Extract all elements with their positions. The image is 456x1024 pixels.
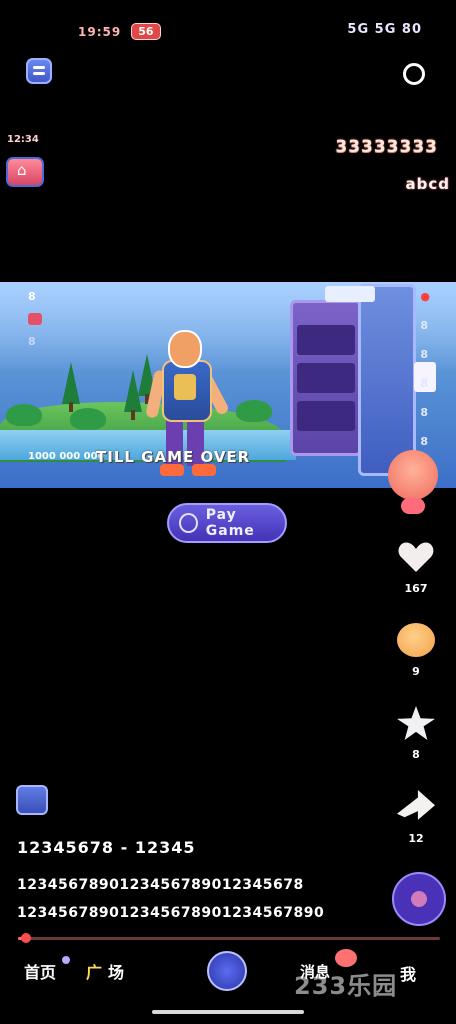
tab-plaza[interactable]: 广	[86, 959, 102, 983]
watermark: 233乐园	[294, 972, 398, 1000]
left-counter: 12:34	[7, 134, 39, 145]
gamepad-icon	[179, 513, 198, 533]
message-badge	[335, 949, 357, 967]
hud-value: 8	[28, 335, 36, 348]
hud-value: 8	[420, 348, 429, 361]
home-indicator	[152, 1010, 304, 1014]
avatar	[388, 450, 438, 500]
favorite-button[interactable]: 8	[394, 706, 438, 761]
create-icon[interactable]	[207, 951, 247, 991]
post-description: 123456789012345678901234567890	[17, 905, 325, 921]
overlay-subtitle: abcd	[405, 175, 450, 193]
music-disc-icon[interactable]	[392, 872, 446, 926]
follow-plus-icon[interactable]	[401, 498, 425, 514]
tab-plaza-label[interactable]: 场	[108, 959, 124, 983]
progress-knob[interactable]	[21, 933, 31, 943]
share-button[interactable]: 12	[394, 790, 438, 845]
shelf	[290, 300, 362, 456]
author-name[interactable]: 12345678 - 12345	[17, 838, 196, 857]
comment-button[interactable]: 9	[394, 623, 438, 678]
status-recording-pill: 56	[131, 23, 161, 40]
hud-value: 8	[28, 290, 36, 303]
hud-badge	[28, 313, 42, 325]
comment-icon	[397, 623, 435, 657]
tree	[62, 362, 80, 412]
bush	[6, 404, 42, 426]
comment-count: 9	[412, 665, 420, 678]
hud-value: 8	[420, 406, 429, 419]
post-description: 1234567890123456789012345678	[17, 877, 304, 893]
hud-value: 8	[420, 377, 429, 390]
scene-title: TILL GAME OVER	[96, 448, 251, 466]
status-indicators: 5G 5G 80	[347, 22, 422, 37]
author-avatar[interactable]	[388, 450, 438, 520]
star-icon	[397, 706, 435, 740]
bush	[236, 400, 272, 422]
play-game-label: Pay Game	[205, 507, 255, 539]
share-icon	[397, 790, 435, 820]
hud-value: 8	[420, 319, 429, 332]
cabinet-sign	[325, 286, 375, 302]
bush	[70, 408, 106, 430]
favorite-count: 8	[412, 748, 420, 761]
game-tag-icon[interactable]	[16, 785, 48, 815]
heart-icon	[397, 540, 435, 574]
home-dot	[62, 956, 70, 964]
overlay-title: 33333333	[335, 137, 438, 157]
right-hud: ● 8 8 8 8 8	[420, 290, 430, 448]
menu-icon[interactable]	[26, 58, 52, 84]
progress-track[interactable]	[18, 937, 440, 940]
tab-me[interactable]: 我	[400, 961, 416, 985]
left-hud: 8 8	[28, 290, 42, 348]
scene-caption: 1000 000 000	[28, 451, 105, 462]
record-icon[interactable]	[403, 63, 425, 85]
status-bar-left: 19:59 56	[78, 23, 161, 40]
tab-home[interactable]: 首页	[24, 959, 56, 983]
status-time: 19:59	[78, 24, 122, 39]
cabinet	[358, 284, 416, 476]
hud-dot: ●	[420, 290, 430, 303]
hud-value: 8	[420, 435, 429, 448]
like-count: 167	[404, 582, 428, 595]
play-game-button[interactable]: Pay Game	[167, 503, 287, 543]
share-count: 12	[408, 832, 424, 845]
home-card-icon[interactable]	[6, 157, 44, 187]
like-button[interactable]: 167	[394, 540, 438, 595]
